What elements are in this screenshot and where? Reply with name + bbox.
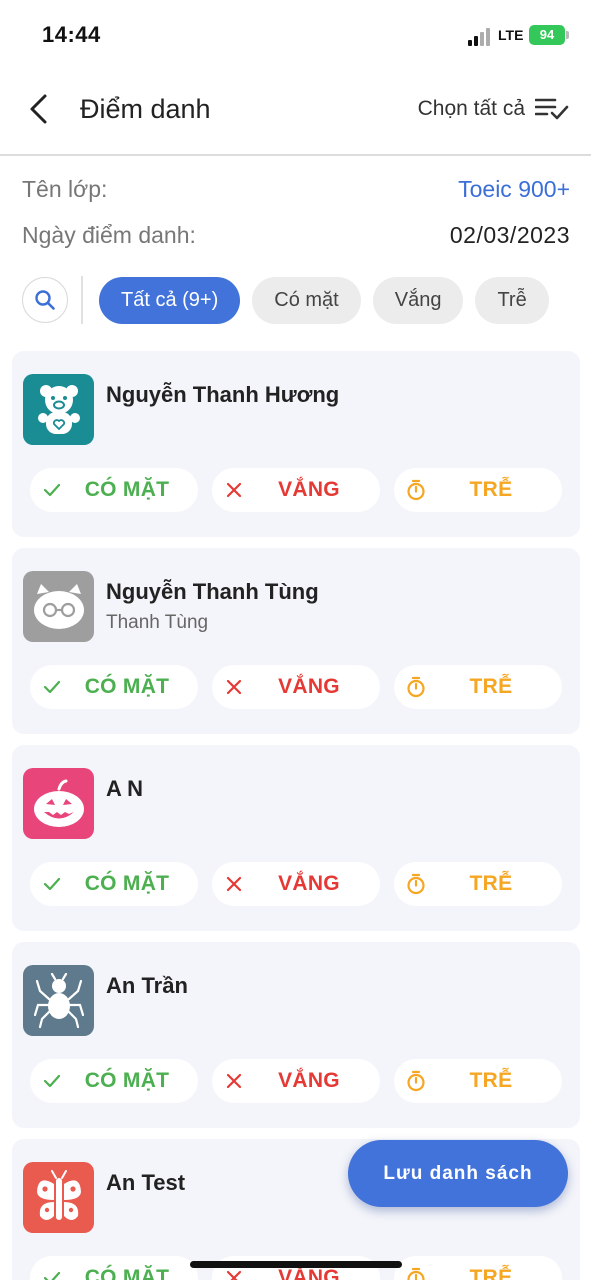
- late-button[interactable]: TRỄ: [394, 1256, 562, 1280]
- student-name: Nguyễn Thanh Hương: [106, 382, 340, 407]
- battery-tip: [566, 31, 569, 39]
- late-button[interactable]: TRỄ: [394, 468, 562, 512]
- present-button[interactable]: CÓ MẶT: [30, 468, 198, 512]
- late-button[interactable]: TRỄ: [394, 1059, 562, 1103]
- date-value[interactable]: 02/03/2023: [450, 222, 570, 249]
- spider-icon: [33, 972, 84, 1028]
- absent-button[interactable]: VẮNG: [212, 468, 380, 512]
- date-row: Ngày điểm danh: 02/03/2023: [22, 222, 570, 249]
- select-all-label: Chọn tất cả: [417, 97, 525, 120]
- chevron-left-icon: [30, 94, 47, 124]
- present-button[interactable]: CÓ MẶT: [30, 1059, 198, 1103]
- late-label: TRỄ: [469, 1069, 513, 1092]
- student-name: A N: [106, 776, 144, 801]
- student-card: A N CÓ MẶT VẮNG TRỄ: [12, 745, 580, 931]
- filter-chip-absent[interactable]: Vắng: [372, 276, 464, 324]
- student-avatar: [23, 571, 94, 642]
- student-avatar: [23, 768, 94, 839]
- page-title: Điểm danh: [80, 94, 211, 124]
- absent-button[interactable]: VẮNG: [212, 1256, 380, 1280]
- absent-button[interactable]: VẮNG: [212, 862, 380, 906]
- student-card: Nguyễn Thanh Hương CÓ MẶT VẮNG TRỄ: [12, 351, 580, 537]
- class-label: Tên lớp:: [22, 176, 108, 202]
- network-type: LTE: [498, 27, 524, 43]
- pumpkin-icon: [33, 779, 84, 827]
- student-avatar: [23, 1162, 94, 1233]
- home-indicator[interactable]: [190, 1261, 402, 1268]
- date-label: Ngày điểm danh:: [22, 222, 196, 248]
- student-name: An Test: [106, 1170, 186, 1195]
- search-button[interactable]: [22, 277, 68, 323]
- absent-label: VẮNG: [278, 1069, 340, 1092]
- select-all-button[interactable]: Chọn tất cả: [418, 96, 569, 122]
- battery-icon: 94: [529, 25, 565, 45]
- present-label: CÓ MẶT: [84, 478, 170, 501]
- present-button[interactable]: CÓ MẶT: [30, 665, 198, 709]
- app-header: Điểm danh Chọn tất cả: [0, 70, 591, 156]
- absent-label: VẮNG: [278, 872, 340, 895]
- student-name: Nguyễn Thanh Tùng: [106, 579, 319, 604]
- student-name: An Trần: [106, 973, 188, 998]
- present-label: CÓ MẶT: [84, 1069, 170, 1092]
- student-nickname: Thanh Tùng: [106, 612, 209, 633]
- absent-label: VẮNG: [278, 675, 340, 698]
- present-button[interactable]: CÓ MẶT: [30, 862, 198, 906]
- late-label: TRỄ: [469, 675, 513, 698]
- class-value[interactable]: Toeic 900+: [458, 176, 570, 203]
- checklist-icon: [535, 98, 569, 120]
- filter-divider: [81, 276, 83, 324]
- cellular-signal-icon: [468, 28, 492, 46]
- student-avatar: [23, 965, 94, 1036]
- absent-button[interactable]: VẮNG: [212, 665, 380, 709]
- late-button[interactable]: TRỄ: [394, 665, 562, 709]
- present-label: CÓ MẶT: [84, 1266, 170, 1280]
- butterfly-icon: [36, 1169, 81, 1220]
- late-label: TRỄ: [469, 872, 513, 895]
- present-button[interactable]: CÓ MẶT: [30, 1256, 198, 1280]
- present-label: CÓ MẶT: [84, 675, 170, 698]
- class-row: Tên lớp: Toeic 900+: [22, 176, 570, 203]
- late-label: TRỄ: [469, 478, 513, 501]
- late-label: TRỄ: [469, 1266, 513, 1280]
- student-card: Nguyễn Thanh Tùng Thanh Tùng CÓ MẶT VẮNG…: [12, 548, 580, 734]
- search-icon: [35, 290, 55, 310]
- save-list-button[interactable]: Lưu danh sách: [348, 1140, 568, 1207]
- late-button[interactable]: TRỄ: [394, 862, 562, 906]
- absent-button[interactable]: VẮNG: [212, 1059, 380, 1103]
- filter-chip-all[interactable]: Tất cả (9+): [99, 276, 241, 324]
- back-button[interactable]: [18, 88, 62, 132]
- filter-bar: Tất cả (9+) Có mặt Vắng Trễ: [22, 274, 591, 326]
- teddy-bear-icon: [37, 384, 80, 434]
- status-time: 14:44: [42, 22, 101, 47]
- present-label: CÓ MẶT: [84, 872, 170, 895]
- absent-label: VẮNG: [278, 478, 340, 501]
- cat-glasses-icon: [33, 583, 84, 629]
- filter-chip-late[interactable]: Trễ: [475, 276, 549, 324]
- absent-label: VẮNG: [278, 1266, 340, 1280]
- student-avatar: [23, 374, 94, 445]
- student-card: An Trần CÓ MẶT VẮNG TRỄ: [12, 942, 580, 1128]
- filter-chip-present[interactable]: Có mặt: [252, 276, 361, 324]
- status-bar: 14:44 LTE 94: [0, 0, 591, 70]
